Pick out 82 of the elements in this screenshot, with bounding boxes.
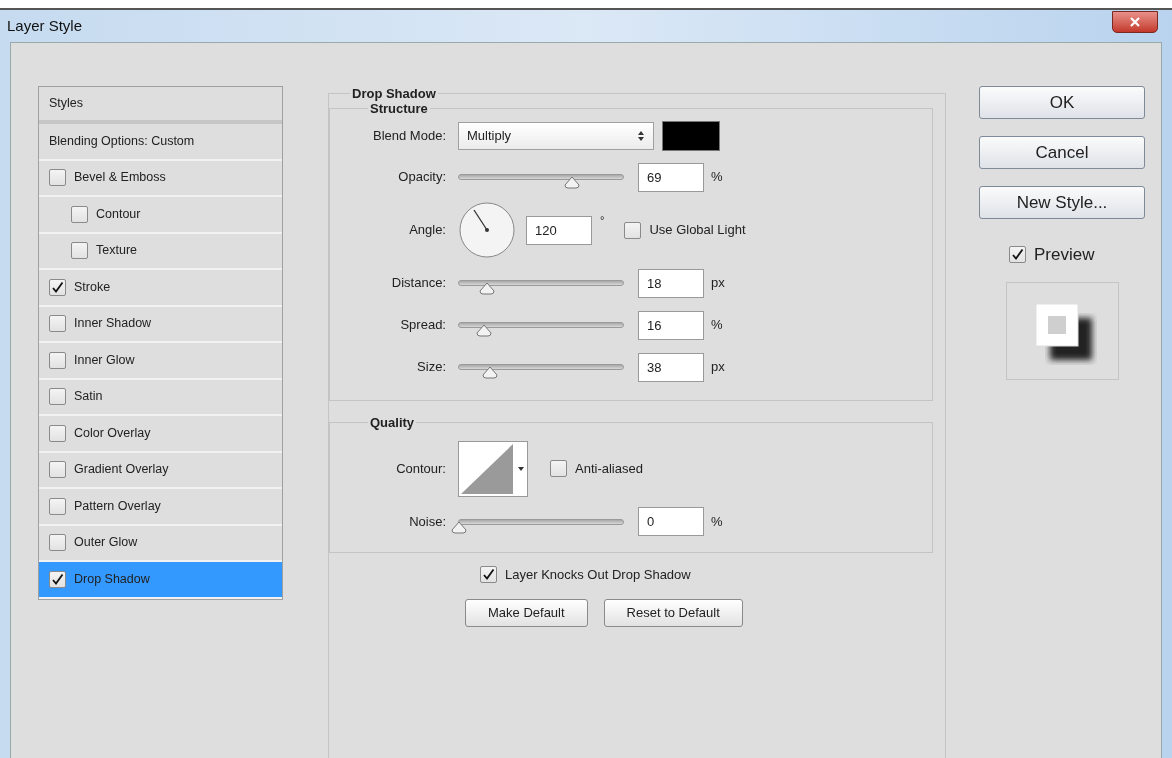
checkbox[interactable] [1009, 246, 1026, 264]
slider-thumb[interactable] [481, 366, 500, 379]
checkbox[interactable] [624, 221, 642, 239]
checkbox[interactable] [49, 570, 66, 588]
dialog-button[interactable]: New Style... [979, 186, 1145, 219]
slider-thumb[interactable] [477, 282, 496, 295]
dialog-button[interactable]: OK [979, 86, 1145, 119]
window-title: Layer Style [7, 15, 83, 36]
style-label: Outer Glow [74, 534, 138, 552]
field-label: Opacity: [398, 169, 446, 185]
style-label: Stroke [74, 278, 111, 296]
checkbox[interactable] [550, 460, 567, 477]
unit-label: px [711, 274, 725, 293]
up-down-arrows-icon [637, 130, 645, 142]
contour-picker[interactable] [458, 440, 528, 497]
checkbox[interactable] [480, 566, 497, 584]
dialog-button[interactable]: Cancel [979, 136, 1145, 169]
color-swatch[interactable] [662, 121, 720, 151]
checkmark-icon [482, 568, 495, 582]
checkbox[interactable] [49, 424, 66, 442]
style-label: Gradient Overlay [74, 461, 169, 479]
style-label: Pattern Overlay [74, 497, 161, 515]
checkmark-icon [1011, 248, 1024, 262]
group-title: Structure [370, 101, 428, 116]
blend-mode-select[interactable]: Multiply [458, 122, 654, 150]
checkbox[interactable] [49, 388, 66, 406]
checkbox[interactable] [71, 205, 88, 223]
style-label: Drop Shadow [74, 570, 150, 588]
close-icon [1130, 17, 1140, 27]
unit-label: px [711, 358, 725, 377]
field-label: Angle: [409, 222, 446, 238]
value-field[interactable]: 18 [638, 268, 704, 298]
style-label: Contour [96, 205, 141, 223]
style-label: Inner Glow [74, 351, 135, 369]
checkbox[interactable] [49, 169, 66, 187]
style-label: Texture [96, 242, 137, 260]
style-label: Color Overlay [74, 424, 151, 442]
preview-label: Preview [1034, 244, 1095, 266]
unit-label: % [711, 512, 723, 531]
slider-thumb[interactable] [563, 176, 582, 189]
close-button[interactable] [1112, 11, 1158, 33]
slider-thumb[interactable] [474, 324, 493, 337]
unit-label: % [711, 316, 723, 335]
angle-dial[interactable] [458, 201, 516, 259]
checkbox[interactable] [49, 534, 66, 552]
checkbox[interactable] [49, 278, 66, 296]
style-label: Satin [74, 388, 103, 406]
group-title: Quality [370, 415, 415, 430]
caret-icon [518, 466, 524, 471]
field-label: Noise: [409, 513, 446, 529]
checkbox-label: Anti-aliased [575, 459, 643, 478]
field-label: Spread: [400, 317, 446, 333]
value-field[interactable]: 69 [638, 162, 704, 192]
style-label: Bevel & Emboss [74, 169, 166, 187]
contour-curve-icon [459, 441, 515, 496]
checkbox[interactable] [49, 497, 66, 515]
dialog-button[interactable]: Make Default [465, 598, 588, 627]
value-field[interactable]: 0 [638, 507, 704, 536]
checkbox[interactable] [49, 351, 66, 369]
field-label: Distance: [391, 275, 446, 291]
field-label: Contour: [396, 460, 446, 476]
checkbox[interactable] [49, 315, 66, 333]
checkbox[interactable] [71, 242, 88, 260]
style-list-item[interactable]: Drop Shadow [39, 562, 282, 599]
checkmark-icon [51, 280, 64, 294]
checkbox-label: Use Global Light [649, 221, 746, 240]
style-label: Blending Options: Custom [49, 132, 195, 150]
unit-label: % [711, 168, 723, 187]
field-label: Blend Mode: [373, 128, 446, 144]
checkbox[interactable] [49, 461, 66, 479]
value-field[interactable]: 38 [638, 352, 704, 382]
style-label: Inner Shadow [74, 315, 152, 333]
slider-thumb[interactable] [450, 520, 468, 534]
group-title: Drop Shadow [352, 86, 436, 101]
dialog-button[interactable]: Reset to Default [603, 598, 743, 627]
unit-label: ° [600, 213, 605, 228]
field-label: Size: [417, 359, 446, 375]
checkmark-icon [51, 572, 64, 586]
value-field[interactable]: 16 [638, 310, 704, 340]
panel-header: Styles [49, 95, 84, 113]
value-field[interactable]: 120 [526, 215, 592, 245]
checkbox-label: Layer Knocks Out Drop Shadow [505, 566, 691, 584]
